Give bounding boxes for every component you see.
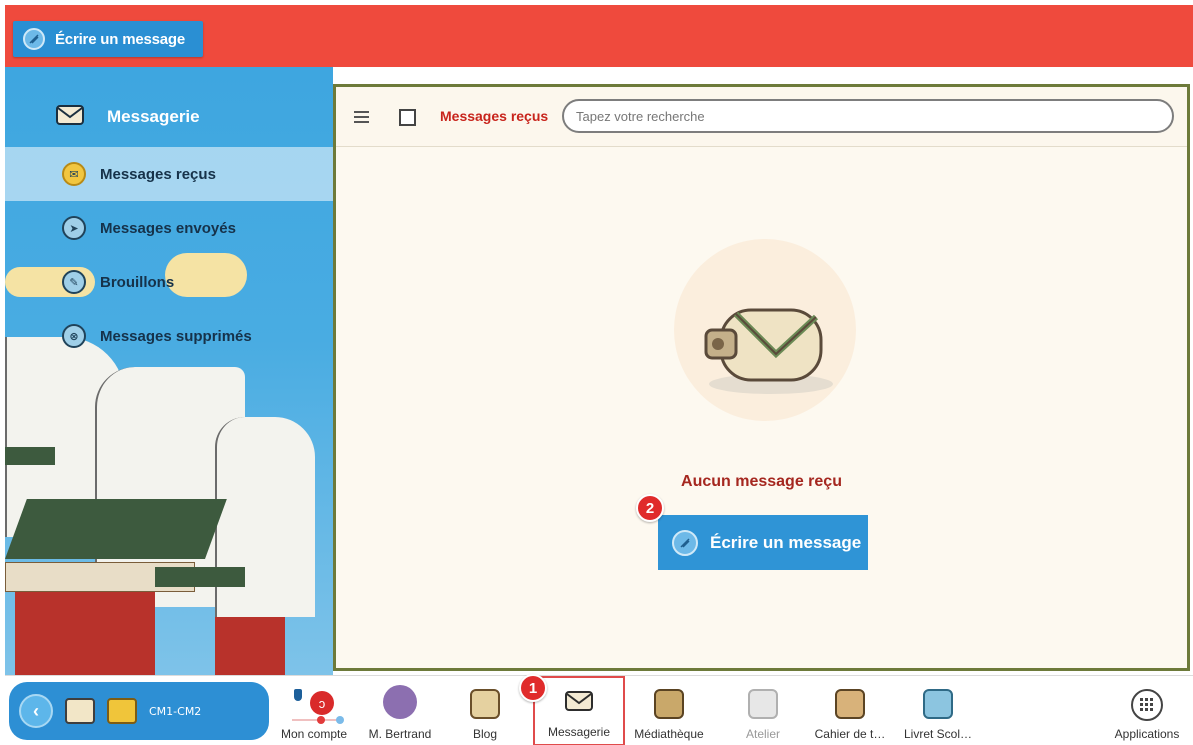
sidebar-header-label: Messagerie bbox=[107, 107, 200, 126]
select-all-checkbox[interactable] bbox=[399, 109, 416, 126]
write-message-top-button[interactable]: Écrire un message bbox=[13, 21, 203, 57]
notebook-icon bbox=[835, 689, 865, 719]
app-label: Messagerie bbox=[547, 725, 611, 739]
media-icon bbox=[654, 689, 684, 719]
dock-left-group: ‹ CM1-CM2 bbox=[9, 682, 269, 740]
sidebar: Messagerie ✉ Messages reçus ➤ Messages e… bbox=[5, 67, 333, 675]
house-door bbox=[15, 592, 155, 675]
write-message-button[interactable]: Écrire un message bbox=[658, 515, 868, 570]
message-quill-icon bbox=[672, 529, 698, 556]
folder-title: Messages reçus bbox=[440, 108, 549, 124]
cliff-illustration bbox=[215, 417, 315, 617]
sidebar-item-brouillons[interactable]: ✎ Brouillons bbox=[5, 255, 333, 309]
sidebar-header-messagerie[interactable]: Messagerie bbox=[5, 89, 333, 145]
app-label: M. Bertrand bbox=[368, 727, 432, 741]
sidebar-item-messages-supprimes[interactable]: ⊗ Messages supprimés bbox=[5, 309, 333, 363]
main-panel: Messages reçus Aucun message reçu Écrire… bbox=[333, 84, 1190, 671]
sidebar-item-label: Brouillons bbox=[100, 273, 175, 291]
app-livret-scolaire[interactable]: Livret Scol… bbox=[901, 676, 975, 745]
drafts-icon: ✎ bbox=[62, 270, 86, 294]
app-applications[interactable]: Applications bbox=[1109, 676, 1185, 745]
sidebar-item-label: Messages supprimés bbox=[100, 327, 252, 345]
house-wall-red bbox=[215, 617, 285, 675]
step-badge: 2 bbox=[636, 494, 664, 522]
class-label: CM1-CM2 bbox=[149, 704, 202, 718]
message-quill-icon bbox=[23, 28, 45, 50]
app-m-bertrand[interactable]: M. Bertrand bbox=[361, 676, 439, 745]
house-roof-small bbox=[155, 567, 245, 587]
empty-state-text: Aucun message reçu bbox=[681, 473, 842, 490]
app-label: Atelier bbox=[745, 727, 780, 741]
workshop-icon bbox=[748, 689, 778, 719]
blog-icon bbox=[470, 689, 500, 719]
house-roof bbox=[5, 499, 227, 559]
sidebar-item-messages-envoyes[interactable]: ➤ Messages envoyés bbox=[5, 201, 333, 255]
back-button[interactable]: ‹ bbox=[19, 694, 53, 728]
toolbar: Messages reçus bbox=[336, 87, 1187, 147]
sent-icon: ➤ bbox=[62, 216, 86, 240]
app-atelier[interactable]: Atelier bbox=[733, 676, 793, 745]
envelope-icon bbox=[55, 103, 85, 132]
app-blog[interactable]: Blog bbox=[453, 676, 517, 745]
app-label: Livret Scol… bbox=[903, 727, 973, 741]
write-message-label: Écrire un message bbox=[710, 532, 862, 552]
bottom-dock: ‹ CM1-CM2 ↄ Mon compte M. Bertrand Blog … bbox=[5, 674, 1193, 745]
booklet-icon bbox=[923, 689, 953, 719]
app-label: Blog bbox=[472, 727, 498, 741]
trash-icon: ⊗ bbox=[62, 324, 86, 348]
step-badge: 1 bbox=[519, 674, 547, 702]
inbox-icon: ✉ bbox=[62, 162, 86, 186]
app-label: Mon compte bbox=[280, 727, 348, 741]
avatar-icon bbox=[383, 685, 417, 719]
write-message-top-label: Écrire un message bbox=[55, 30, 186, 48]
hamburger-icon[interactable] bbox=[354, 111, 369, 123]
account-icon: ↄ bbox=[284, 685, 344, 724]
app-mediatheque[interactable]: Médiathèque bbox=[627, 676, 711, 745]
app-label: Médiathèque bbox=[634, 727, 704, 741]
envelope-scroll-icon bbox=[696, 292, 836, 402]
envelope-icon[interactable] bbox=[65, 698, 95, 724]
sidebar-item-label: Messages reçus bbox=[100, 165, 216, 183]
search-input[interactable] bbox=[562, 99, 1174, 133]
app-mon-compte[interactable]: ↄ Mon compte bbox=[275, 676, 353, 745]
app-label: Applications bbox=[1114, 727, 1180, 741]
grid-icon bbox=[1131, 689, 1163, 721]
sidebar-item-label: Messages envoyés bbox=[100, 219, 236, 237]
envelope-icon bbox=[563, 688, 595, 717]
sidebar-item-messages-recus[interactable]: ✉ Messages reçus bbox=[5, 147, 333, 201]
app-label: Cahier de t… bbox=[814, 727, 886, 741]
top-banner: Écrire un message bbox=[5, 5, 1193, 67]
class-board-icon[interactable] bbox=[107, 698, 137, 724]
app-cahier-de-textes[interactable]: Cahier de t… bbox=[805, 676, 895, 745]
pagoda-roof bbox=[5, 447, 55, 465]
